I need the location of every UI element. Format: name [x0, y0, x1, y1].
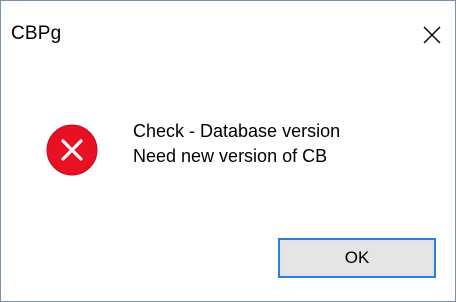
- message-line-1: Check - Database version: [133, 121, 341, 141]
- close-icon: [423, 26, 441, 44]
- window-title: CBPg: [11, 23, 62, 44]
- title-bar[interactable]: CBPg: [1, 1, 455, 73]
- close-button[interactable]: [409, 13, 455, 57]
- ok-button-label: OK: [344, 248, 370, 267]
- message-box-window: CBPg Check - Database version Need new v…: [0, 0, 456, 302]
- message-text: Check - Database version Need new versio…: [133, 119, 340, 169]
- dialog-content: Check - Database version Need new versio…: [1, 73, 455, 301]
- message-line-2: Need new version of CB: [133, 146, 328, 166]
- error-icon: [46, 124, 98, 176]
- ok-button[interactable]: OK: [278, 238, 436, 278]
